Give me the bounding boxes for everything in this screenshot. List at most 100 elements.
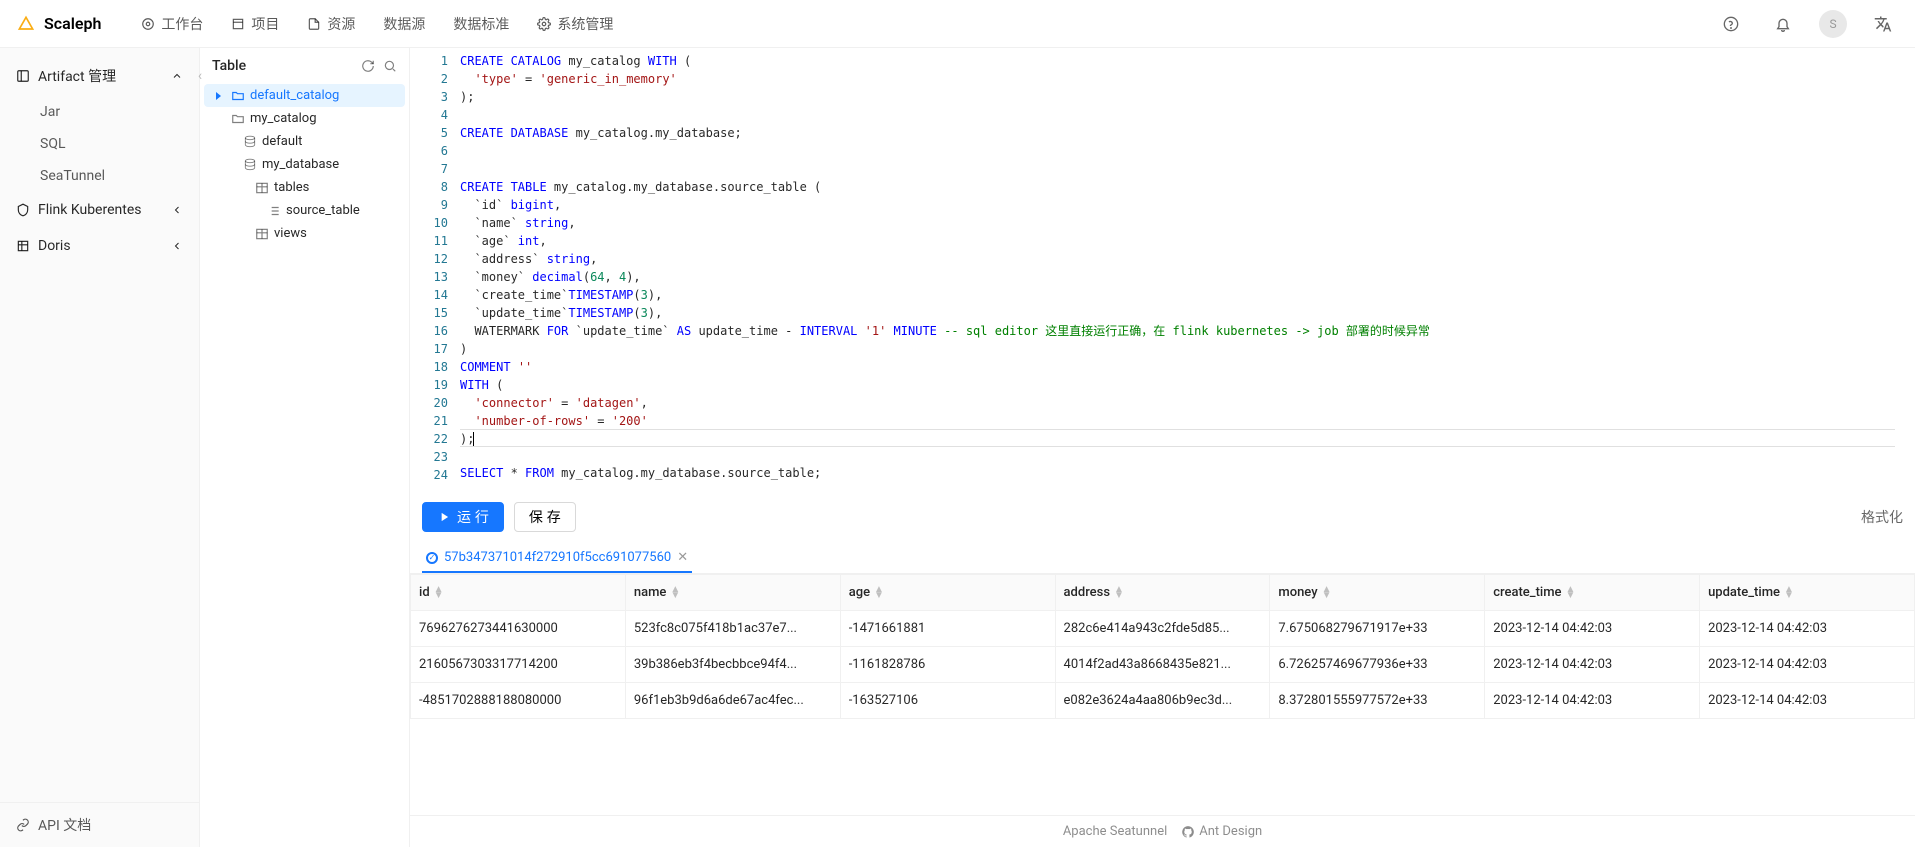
help-icon[interactable] — [1715, 8, 1747, 40]
tree-node-my-catalog[interactable]: my_catalog — [204, 107, 405, 130]
column-header[interactable]: name — [625, 575, 840, 611]
tree-label: source_table — [286, 203, 360, 218]
nav-item[interactable]: 工作台 — [141, 14, 203, 34]
sort-icon — [1784, 587, 1794, 599]
tree-label: tables — [274, 180, 309, 195]
table-cell: 7696276273441630000 — [411, 611, 626, 647]
close-icon[interactable]: ✕ — [677, 550, 688, 565]
sort-icon — [670, 587, 680, 599]
save-button[interactable]: 保 存 — [514, 502, 576, 532]
tree-label: default — [262, 134, 302, 149]
collapse-handle-icon[interactable]: ‹ — [194, 56, 206, 96]
save-label: 保 存 — [529, 507, 561, 527]
language-icon[interactable] — [1867, 8, 1899, 40]
tree-label: views — [274, 226, 307, 241]
catalog-tree-panel: ‹ Table default_catalog my_catalog — [200, 48, 410, 847]
tree-node-views[interactable]: views — [204, 222, 405, 245]
tree-node-default[interactable]: default — [204, 130, 405, 153]
run-button[interactable]: 运 行 — [422, 502, 504, 532]
page-footer: Apache Seatunnel Ant Design — [410, 815, 1915, 847]
table-cell: -1471661881 — [840, 611, 1055, 647]
left-sidebar: Artifact 管理JarSQLSeaTunnelFlink Kuberent… — [0, 48, 200, 847]
format-button[interactable]: 格式化 — [1861, 507, 1903, 527]
result-tab[interactable]: 57b347371014f272910f5cc691077560 ✕ — [422, 544, 692, 573]
sort-icon — [1114, 587, 1124, 599]
table-cell: 8.372801555977572e+33 — [1270, 683, 1485, 719]
sort-icon — [874, 587, 884, 599]
footer-antd-link[interactable]: Ant Design — [1181, 824, 1262, 839]
table-cell: 282c6e414a943c2fde5d85... — [1055, 611, 1270, 647]
api-docs-label: API 文档 — [38, 815, 91, 835]
table-cell: 96f1eb3b9d6a6de67ac4fec... — [625, 683, 840, 719]
sort-icon — [1322, 587, 1332, 599]
brand-name: Scaleph — [44, 14, 101, 33]
table-cell: e082e3624a4aa806b9ec3d... — [1055, 683, 1270, 719]
editor-toolbar: 运 行 保 存 格式化 — [410, 494, 1915, 540]
tree-node-default-catalog[interactable]: default_catalog — [204, 84, 405, 107]
main-area: 123456789101112131415161718192021222324 … — [410, 48, 1915, 847]
sort-icon — [1566, 587, 1576, 599]
menu-group-title[interactable]: Artifact 管理 — [0, 56, 199, 96]
table-icon — [254, 181, 270, 195]
top-nav: 工作台 项目 资源 数据源 数据标准 系统管理 — [141, 14, 613, 34]
nav-item[interactable]: 资源 — [307, 14, 355, 34]
menu-item[interactable]: SeaTunnel — [0, 160, 199, 192]
bell-icon[interactable] — [1767, 8, 1799, 40]
table-cell: 2023-12-14 04:42:03 — [1700, 611, 1915, 647]
nav-item[interactable]: 数据源 — [383, 14, 425, 34]
folder-icon — [230, 112, 246, 126]
brand-logo[interactable]: Scaleph — [16, 14, 101, 34]
table-row[interactable]: 7696276273441630000523fc8c075f418b1ac37e… — [411, 611, 1915, 647]
table-cell: -163527106 — [840, 683, 1055, 719]
table-cell: -4851702888188080000 — [411, 683, 626, 719]
tree-label: my_catalog — [250, 111, 317, 126]
result-tab-label: 57b347371014f272910f5cc691077560 — [444, 550, 671, 565]
column-header[interactable]: id — [411, 575, 626, 611]
app-header: Scaleph 工作台 项目 资源 数据源 数据标准 系统管理 S — [0, 0, 1915, 48]
link-icon — [16, 818, 30, 832]
sql-editor[interactable]: 123456789101112131415161718192021222324 … — [410, 48, 1915, 494]
database-icon — [242, 158, 258, 172]
tree-node-tables[interactable]: tables — [204, 176, 405, 199]
table-row[interactable]: 216056730331771420039b386eb3f4becbbce94f… — [411, 647, 1915, 683]
tree-node-source-table[interactable]: source_table — [204, 199, 405, 222]
table-cell: 2023-12-14 04:42:03 — [1485, 683, 1700, 719]
menu-item[interactable]: SQL — [0, 128, 199, 160]
table-cell: 2023-12-14 04:42:03 — [1485, 647, 1700, 683]
table-cell: 6.726257469677936e+33 — [1270, 647, 1485, 683]
play-icon — [437, 510, 451, 524]
column-header[interactable]: create_time — [1485, 575, 1700, 611]
nav-item[interactable]: 数据标准 — [453, 14, 509, 34]
table-cell: 2160567303317714200 — [411, 647, 626, 683]
table-row[interactable]: -485170288818808000096f1eb3b9d6a6de67ac4… — [411, 683, 1915, 719]
list-icon — [266, 204, 282, 218]
table-cell: 2023-12-14 04:42:03 — [1700, 647, 1915, 683]
table-icon — [254, 227, 270, 241]
table-cell: -1161828786 — [840, 647, 1055, 683]
menu-group-title[interactable]: Doris — [0, 228, 199, 264]
tree-node-my-database[interactable]: my_database — [204, 153, 405, 176]
tree-label: my_database — [262, 157, 339, 172]
menu-item[interactable]: Jar — [0, 96, 199, 128]
column-header[interactable]: address — [1055, 575, 1270, 611]
folder-icon — [230, 89, 246, 103]
menu-group-title[interactable]: Flink Kuberentes — [0, 192, 199, 228]
column-header[interactable]: age — [840, 575, 1055, 611]
column-header[interactable]: money — [1270, 575, 1485, 611]
catalog-tree: default_catalog my_catalog default my_da… — [200, 84, 409, 847]
table-cell: 2023-12-14 04:42:03 — [1485, 611, 1700, 647]
run-label: 运 行 — [457, 507, 489, 527]
column-header[interactable]: update_time — [1700, 575, 1915, 611]
footer-seatunnel-link[interactable]: Apache Seatunnel — [1063, 824, 1167, 839]
api-docs-link[interactable]: API 文档 — [0, 802, 199, 847]
user-avatar[interactable]: S — [1819, 10, 1847, 38]
nav-item[interactable]: 系统管理 — [537, 14, 613, 34]
table-cell: 7.675068279671917e+33 — [1270, 611, 1485, 647]
search-icon[interactable] — [383, 59, 397, 73]
nav-item[interactable]: 项目 — [231, 14, 279, 34]
table-cell: 523fc8c075f418b1ac37e7... — [625, 611, 840, 647]
table-cell: 39b386eb3f4becbbce94f4... — [625, 647, 840, 683]
refresh-icon[interactable] — [361, 59, 375, 73]
success-icon — [426, 552, 438, 564]
result-tabs: 57b347371014f272910f5cc691077560 ✕ — [410, 540, 1915, 574]
